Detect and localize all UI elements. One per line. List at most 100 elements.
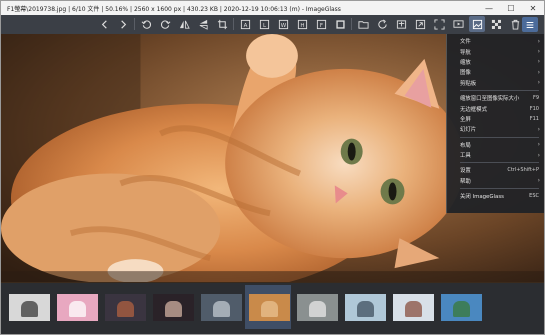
close-button[interactable]: ✕ <box>522 1 544 15</box>
thumbnail-item[interactable] <box>441 294 482 321</box>
menu-item-shortcut: F11 <box>529 115 539 122</box>
thumbnail-bar-icon[interactable] <box>469 16 485 32</box>
submenu-arrow-icon: › <box>537 79 540 87</box>
submenu-arrow-icon: › <box>537 58 540 66</box>
menu-item-shortcut: Ctrl+Shift+P <box>507 167 539 174</box>
goto-image-icon[interactable] <box>393 16 409 32</box>
rotate-right-icon[interactable] <box>157 16 173 32</box>
thumbnail-item[interactable] <box>249 294 290 321</box>
scale-to-fill-icon[interactable] <box>332 16 348 32</box>
menu-separator <box>460 136 539 138</box>
menu-item[interactable]: 文件 › <box>447 36 544 46</box>
submenu-arrow-icon: › <box>537 151 540 159</box>
flip-vertical-icon[interactable] <box>195 16 211 32</box>
auto-zoom-icon[interactable]: A <box>237 16 253 32</box>
refresh-icon[interactable] <box>374 16 390 32</box>
thumbnail-item[interactable] <box>297 294 338 321</box>
context-menu: 文件 › 导航 › 缩放 › 图像 › 剪贴板 › 缩放窗口至图像实际大小 F9 无边框模式 F10 全屏 F… <box>446 34 544 213</box>
menu-item-label: 全屏 <box>460 116 471 123</box>
lock-zoom-icon[interactable]: L <box>256 16 272 32</box>
imageglass-window: F1螢幕\2019738.jpg | 6/10 文件 | 50.16% | 25… <box>0 0 545 335</box>
menu-item-shortcut: F10 <box>529 105 539 112</box>
svg-text:L: L <box>262 22 266 28</box>
back-icon[interactable] <box>96 16 112 32</box>
checkerboard-icon[interactable] <box>488 16 504 32</box>
svg-text:A: A <box>243 22 247 28</box>
svg-text:W: W <box>280 22 286 28</box>
submenu-arrow-icon: › <box>537 68 540 76</box>
thumbnail-item[interactable] <box>153 294 194 321</box>
menu-item-label: 关闭 ImageGlass <box>460 194 504 201</box>
thumbnail-subject <box>357 300 374 317</box>
menu-separator <box>460 162 539 164</box>
scale-to-fit-icon[interactable]: F <box>313 16 329 32</box>
maximize-button[interactable]: ☐ <box>500 1 522 15</box>
menu-item[interactable]: 缩放 › <box>447 57 544 67</box>
title-bar: F1螢幕\2019738.jpg | 6/10 文件 | 50.16% | 25… <box>1 1 544 15</box>
minimize-button[interactable]: — <box>478 1 500 15</box>
menu-item[interactable]: 全屏 F11 <box>447 114 544 124</box>
submenu-arrow-icon: › <box>537 37 540 45</box>
slideshow-icon[interactable] <box>450 16 466 32</box>
thumbnail-item[interactable] <box>393 294 434 321</box>
menu-item[interactable]: 布局 › <box>447 140 544 150</box>
forward-icon[interactable] <box>115 16 131 32</box>
thumbnail-subject <box>453 300 470 317</box>
menu-item-label: 工具 <box>460 153 471 160</box>
menu-item[interactable]: 幻灯片 › <box>447 124 544 134</box>
submenu-arrow-icon: › <box>537 125 540 133</box>
menu-item[interactable]: 剪贴板 › <box>447 78 544 88</box>
thumbnail-subject <box>261 300 278 317</box>
svg-text:F: F <box>319 22 322 28</box>
submenu-arrow-icon: › <box>537 177 540 185</box>
submenu-arrow-icon: › <box>537 48 540 56</box>
thumbnail-bar <box>1 283 544 334</box>
menu-item[interactable]: 导航 › <box>447 46 544 56</box>
menu-item[interactable]: 帮助 › <box>447 176 544 186</box>
fullscreen-icon[interactable] <box>431 16 447 32</box>
toolbar-divider <box>134 18 135 30</box>
window-title: F1螢幕\2019738.jpg | 6/10 文件 | 50.16% | 25… <box>7 5 341 13</box>
rotate-left-icon[interactable] <box>138 16 154 32</box>
menu-item-label: 剪贴板 <box>460 80 477 87</box>
thumbnail-item[interactable] <box>105 294 146 321</box>
thumbnail-item[interactable] <box>57 294 98 321</box>
thumbnail-subject <box>69 300 86 317</box>
menu-item-label: 幻灯片 <box>460 127 477 134</box>
scale-to-height-icon[interactable]: H <box>294 16 310 32</box>
thumbnail-item[interactable] <box>345 294 386 321</box>
menu-item[interactable]: 工具 › <box>447 150 544 160</box>
thumbnail-subject <box>213 300 230 317</box>
toolbar: A L W H F <box>1 15 544 34</box>
menu-item-label: 帮助 <box>460 178 471 185</box>
crop-icon[interactable] <box>214 16 230 32</box>
thumbnail-item[interactable] <box>9 294 50 321</box>
menu-separator <box>460 188 539 190</box>
thumbnail-item[interactable] <box>201 294 242 321</box>
open-folder-icon[interactable] <box>355 16 371 32</box>
menu-item[interactable]: 关闭 ImageGlass ESC <box>447 191 544 201</box>
window-fit-icon[interactable] <box>412 16 428 32</box>
menu-item-shortcut: ESC <box>529 193 539 200</box>
thumbnail-subject <box>117 300 134 317</box>
menu-item-label: 文件 <box>460 39 471 46</box>
menu-separator <box>460 89 539 91</box>
thumbnail-subject <box>309 300 326 317</box>
menu-item[interactable]: 无边框模式 F10 <box>447 103 544 113</box>
menu-item-shortcut: F9 <box>532 95 539 102</box>
scale-to-width-icon[interactable]: W <box>275 16 291 32</box>
menu-item[interactable]: 图像 › <box>447 67 544 77</box>
menu-item-label: 导航 <box>460 49 471 56</box>
menu-item-label: 图像 <box>460 70 471 77</box>
delete-icon[interactable] <box>507 16 523 32</box>
svg-text:H: H <box>300 22 304 28</box>
thumbnail-subject <box>405 300 422 317</box>
toolbar-divider <box>351 18 352 30</box>
menu-item[interactable]: 缩放窗口至图像实际大小 F9 <box>447 93 544 103</box>
submenu-arrow-icon: › <box>537 141 540 149</box>
toolbar-divider <box>233 18 234 30</box>
flip-horizontal-icon[interactable] <box>176 16 192 32</box>
menu-item-label: 布局 <box>460 142 471 149</box>
main-menu-icon[interactable] <box>522 17 538 32</box>
menu-item[interactable]: 设置 Ctrl+Shift+P <box>447 165 544 175</box>
